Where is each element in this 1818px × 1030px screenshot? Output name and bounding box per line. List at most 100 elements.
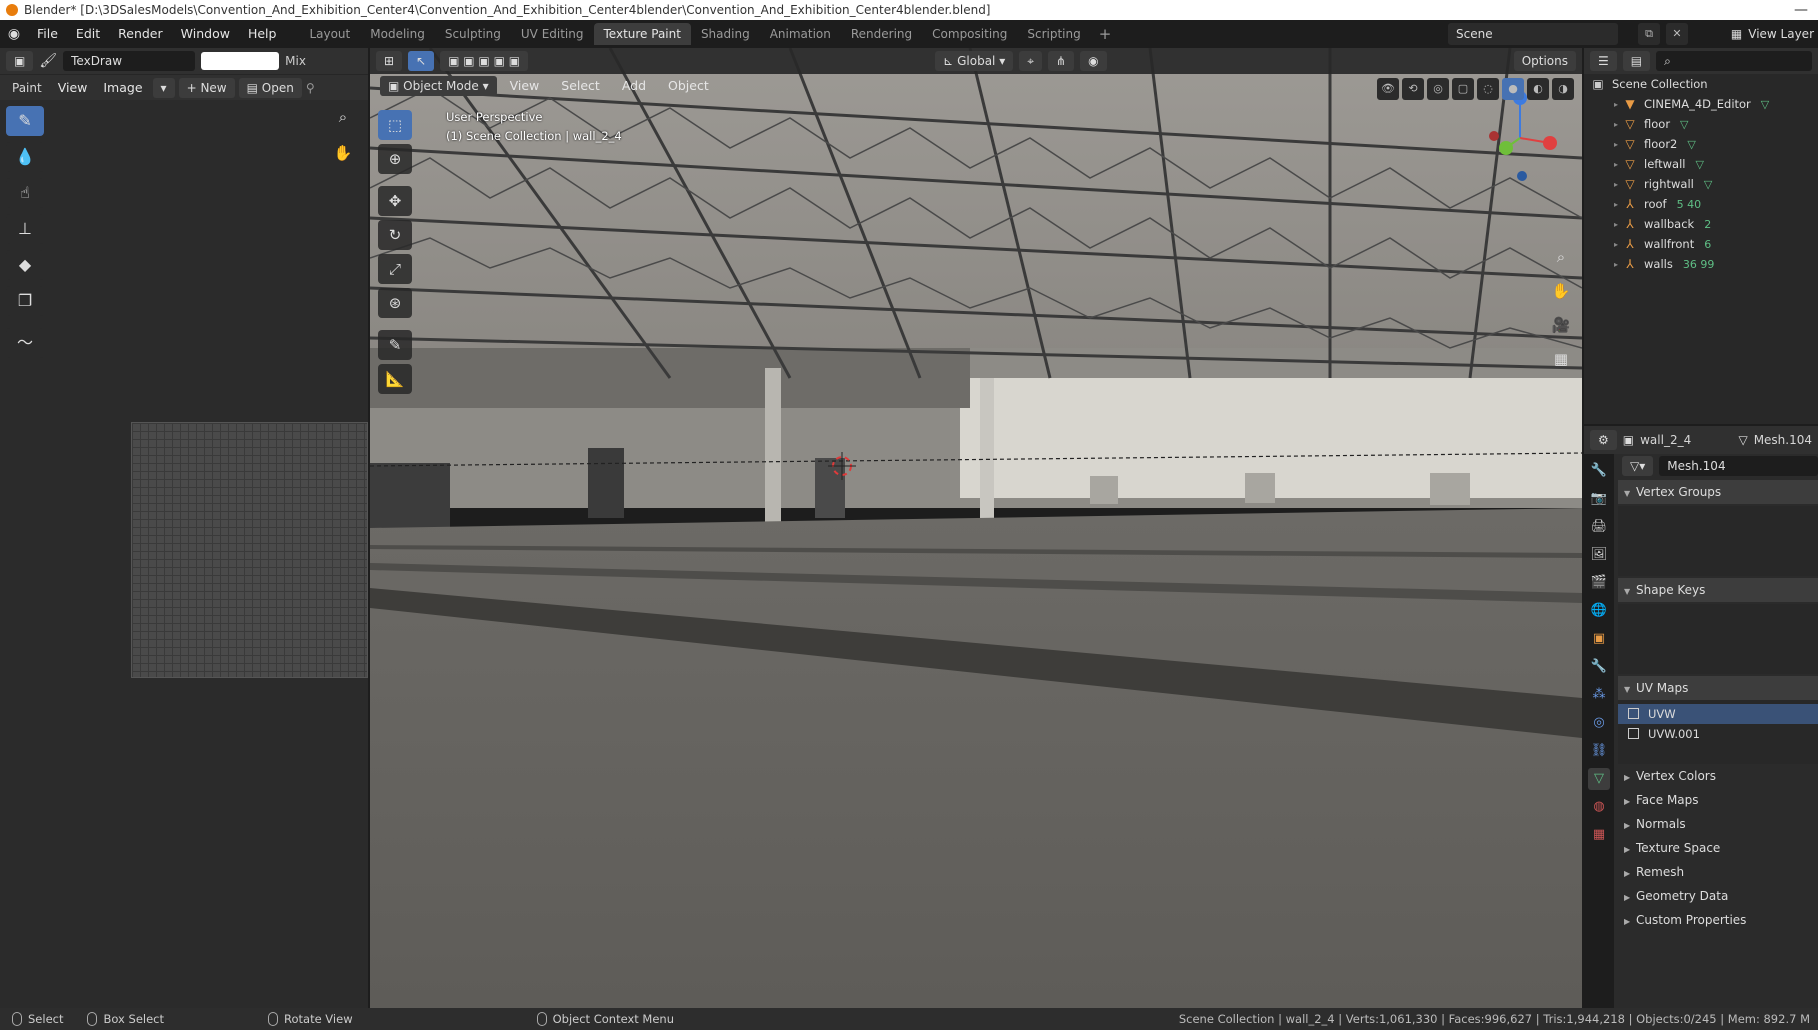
tab-texture-paint[interactable]: Texture Paint [593, 23, 691, 45]
material-tab-icon[interactable]: ◍ [1588, 796, 1610, 818]
paint-mode-dropdown[interactable]: Paint [6, 81, 48, 95]
menu-view[interactable]: View [52, 74, 94, 102]
outliner-item[interactable]: ▸ ▽ floor2 ▽ [1584, 134, 1818, 154]
ortho-toggle-icon[interactable]: ▦ [1548, 346, 1574, 372]
blender-menu-icon[interactable]: ◉ [0, 26, 28, 42]
outliner-item[interactable]: ▸ ▽ floor ▽ [1584, 114, 1818, 134]
viewport-editor-type-icon[interactable]: ⊞ [376, 51, 403, 71]
outliner-editor-type-icon[interactable]: ☰ [1590, 51, 1617, 71]
expand-triangle-icon[interactable]: ▸ [1610, 140, 1622, 149]
expand-triangle-icon[interactable]: ▸ [1610, 100, 1622, 109]
camera-view-icon[interactable]: 🎥 [1548, 312, 1574, 338]
menu-image[interactable]: Image [97, 74, 148, 102]
mask-tool-icon[interactable]: ❐ [6, 286, 44, 316]
uv-map-item[interactable]: UVW.001 [1618, 724, 1818, 744]
cursor-tool-icon[interactable]: ⊕ [378, 144, 412, 174]
shape-keys-list[interactable] [1618, 604, 1818, 674]
collapsed-section[interactable]: ▶ Geometry Data [1618, 884, 1818, 908]
physics-tab-icon[interactable]: ◎ [1588, 712, 1610, 734]
expand-triangle-icon[interactable]: ▸ [1610, 260, 1622, 269]
copy-scene-icon[interactable]: ⧉ [1638, 23, 1660, 45]
shape-keys-section[interactable]: ▼ Shape Keys [1618, 578, 1818, 602]
zoom-view-icon[interactable]: ⌕ [1548, 244, 1574, 270]
overlay-toggle-icon[interactable]: ◎ [1427, 78, 1449, 100]
menu-edit[interactable]: Edit [67, 20, 109, 48]
mesh-data-tab-icon[interactable]: ▽ [1588, 768, 1610, 790]
constraints-tab-icon[interactable]: ⛓ [1588, 740, 1610, 762]
pivot-icon[interactable]: ⌖ [1019, 51, 1042, 71]
pan-hand-icon[interactable]: ✋ [330, 140, 356, 166]
mesh-name-field[interactable]: Mesh.104 [1659, 456, 1818, 476]
smear-tool-icon[interactable]: ☝ [6, 178, 44, 208]
collapsed-section[interactable]: ▶ Texture Space [1618, 836, 1818, 860]
editor-type-icon[interactable]: ▣ [6, 51, 34, 71]
select-box-tool-icon[interactable]: ⬚ [378, 110, 412, 140]
vertex-groups-list[interactable] [1618, 506, 1818, 576]
tab-scripting[interactable]: Scripting [1017, 23, 1090, 45]
expand-triangle-icon[interactable]: ▸ [1610, 220, 1622, 229]
outliner-item[interactable]: ▸ ▽ rightwall ▽ [1584, 174, 1818, 194]
menu-file[interactable]: File [28, 20, 67, 48]
menu-window[interactable]: Window [172, 20, 239, 48]
collapsed-section[interactable]: ▶ Remesh [1618, 860, 1818, 884]
collapsed-section[interactable]: ▶ Vertex Colors [1618, 764, 1818, 788]
outliner-item[interactable]: ▸ ⅄ walls 36 99 [1584, 254, 1818, 274]
collapsed-section[interactable]: ▶ Normals [1618, 812, 1818, 836]
gizmo-toggle-icon[interactable]: ⟲ [1402, 78, 1424, 100]
move-tool-icon[interactable]: ✥ [378, 186, 412, 216]
world-tab-icon[interactable]: 🌐 [1588, 600, 1610, 622]
clone-tool-icon[interactable]: ⊥ [6, 214, 44, 244]
rotate-tool-icon[interactable]: ↻ [378, 220, 412, 250]
vp-menu-add[interactable]: Add [613, 75, 655, 97]
delete-scene-icon[interactable]: ✕ [1666, 23, 1688, 45]
output-tab-icon[interactable]: 🖨 [1588, 516, 1610, 538]
tab-layout[interactable]: Layout [299, 23, 360, 45]
brush-name-field[interactable]: TexDraw [63, 51, 196, 71]
menu-render[interactable]: Render [109, 20, 172, 48]
object-mode-dropdown[interactable]: ▣ Object Mode ▾ [380, 76, 497, 96]
particles-tab-icon[interactable]: ⁂ [1588, 684, 1610, 706]
brush-color-swatch[interactable] [201, 52, 280, 70]
outliner-item[interactable]: ▸ ⅄ wallback 2 [1584, 214, 1818, 234]
tab-animation[interactable]: Animation [760, 23, 841, 45]
wireframe-shading-icon[interactable]: ◌ [1477, 78, 1499, 100]
visibility-icon[interactable]: 👁 [1377, 78, 1399, 100]
expand-triangle-icon[interactable]: ▸ [1610, 120, 1622, 129]
expand-triangle-icon[interactable]: ▸ [1610, 240, 1622, 249]
pan-view-icon[interactable]: ✋ [1548, 278, 1574, 304]
transform-tool-icon[interactable]: ⊛ [378, 288, 412, 318]
uv-image-canvas[interactable] [131, 422, 368, 678]
material-shading-icon[interactable]: ◐ [1527, 78, 1549, 100]
scene-selector[interactable]: Scene [1448, 23, 1618, 45]
outliner-search-icon[interactable]: ⌕ [1656, 51, 1812, 71]
soften-tool-icon[interactable]: 💧 [6, 142, 44, 172]
tab-uv-editing[interactable]: UV Editing [511, 23, 594, 45]
tab-compositing[interactable]: Compositing [922, 23, 1017, 45]
outliner-item[interactable]: ▸ ⅄ wallfront 6 [1584, 234, 1818, 254]
outliner-item[interactable]: ▸ ⅄ roof 5 40 [1584, 194, 1818, 214]
modifier-tab-icon[interactable]: 🔧 [1588, 656, 1610, 678]
outliner-item[interactable]: ▸ ▽ leftwall ▽ [1584, 154, 1818, 174]
outliner-scene-collection[interactable]: ▣ Scene Collection [1584, 74, 1818, 94]
vp-menu-object[interactable]: Object [659, 75, 718, 97]
view-layer-tab-icon[interactable]: 🖼 [1588, 544, 1610, 566]
mesh-browse-icon[interactable]: ▽▾ [1622, 456, 1654, 476]
tab-modeling[interactable]: Modeling [360, 23, 435, 45]
texture-tab-icon[interactable]: ▦ [1588, 824, 1610, 846]
menu-help[interactable]: Help [239, 20, 286, 48]
tab-shading[interactable]: Shading [691, 23, 760, 45]
annotate-vp-tool-icon[interactable]: ✎ [378, 330, 412, 360]
collapsed-section[interactable]: ▶ Custom Properties [1618, 908, 1818, 932]
blend-mode-dropdown[interactable]: Mix [285, 54, 306, 68]
open-image-button[interactable]: ▤ Open [238, 77, 302, 98]
rendered-shading-icon[interactable]: ◑ [1552, 78, 1574, 100]
outliner-item[interactable]: ▸ ▼ CINEMA_4D_Editor ▽ [1584, 94, 1818, 114]
select-tool-icon[interactable]: ↖ [408, 51, 435, 71]
options-dropdown[interactable]: Options [1513, 51, 1577, 71]
expand-triangle-icon[interactable]: ▸ [1610, 200, 1622, 209]
scale-tool-icon[interactable]: ⤢ [378, 254, 412, 284]
draw-tool-icon[interactable]: ✎ [6, 106, 44, 136]
select-mode-icons[interactable]: ▣ ▣ ▣ ▣ ▣ [440, 51, 529, 71]
tab-sculpting[interactable]: Sculpting [435, 23, 511, 45]
fill-tool-icon[interactable]: ◆ [6, 250, 44, 280]
